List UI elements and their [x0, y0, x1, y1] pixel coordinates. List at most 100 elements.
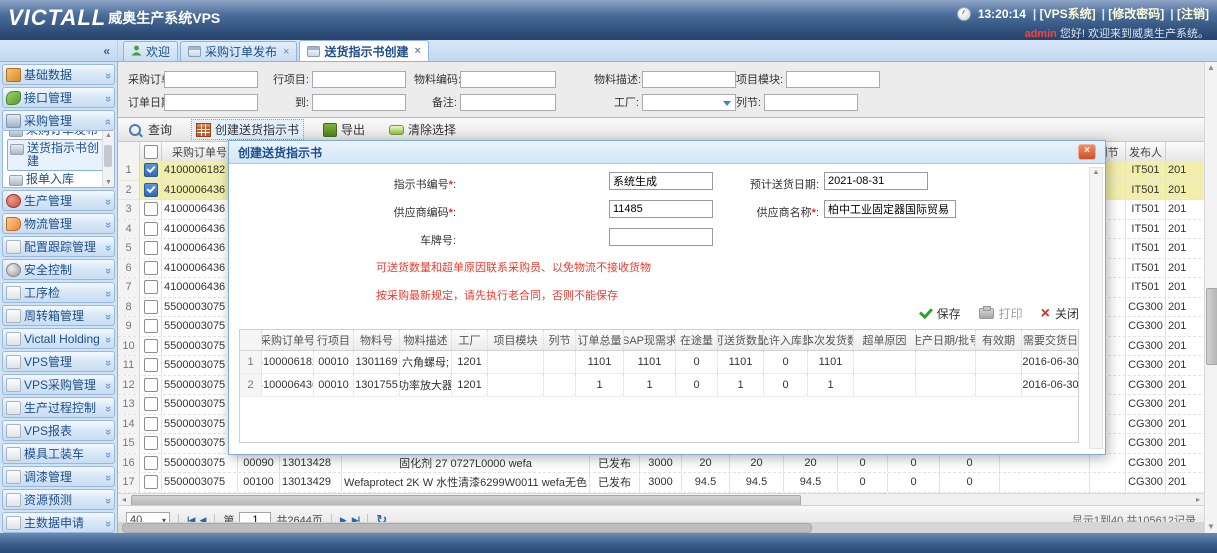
scroll-up-icon[interactable]: ▲	[1205, 62, 1217, 74]
page-number-input[interactable]	[239, 512, 271, 523]
filter-input[interactable]	[642, 71, 736, 88]
header-link[interactable]: [VPS系统]	[1033, 5, 1096, 22]
header-link[interactable]: [修改密码]	[1102, 5, 1165, 22]
first-page-button[interactable]	[187, 515, 194, 523]
sidebar-collapse-button[interactable]: «	[0, 40, 118, 61]
sidebar-group[interactable]: 主数据申请	[2, 512, 115, 533]
toolbar-button[interactable]: 导出	[318, 119, 370, 140]
filter-input[interactable]	[460, 94, 556, 111]
username: admin	[1024, 28, 1056, 40]
sidebar-group-label: VPS报表	[24, 422, 102, 439]
row-checkbox[interactable]	[144, 183, 158, 197]
page-size-select[interactable]: 40	[126, 512, 170, 523]
sidebar-group[interactable]: 工序检	[2, 282, 115, 303]
cell-publisher: CG300	[1126, 454, 1166, 473]
row-checkbox[interactable]	[144, 417, 158, 431]
tab[interactable]: 送货指示书创建	[299, 40, 428, 61]
sidebar-group[interactable]: 接口管理	[2, 87, 115, 108]
sidebar-group[interactable]: 调漆管理	[2, 466, 115, 487]
submenu-scrollbar[interactable]: ▲ ▼	[102, 131, 114, 187]
sidebar-group[interactable]: VPS采购管理	[2, 374, 115, 395]
row-checkbox[interactable]	[144, 456, 158, 470]
row-checkbox[interactable]	[144, 280, 158, 294]
panel-horizontal-scrollbar[interactable]	[118, 522, 1204, 533]
sidebar-group[interactable]: 安全控制	[2, 259, 115, 280]
sidebar-group[interactable]: 基础数据	[2, 64, 115, 85]
next-page-button[interactable]	[340, 515, 347, 523]
last-page-button[interactable]	[352, 515, 359, 523]
tab[interactable]: 欢迎	[123, 41, 178, 61]
tabs: 欢迎 采购订单发布 送货指示书创建	[118, 40, 431, 61]
refresh-button[interactable]	[376, 514, 387, 522]
filter-input[interactable]	[164, 71, 258, 88]
prev-page-button[interactable]	[199, 515, 206, 523]
row-checkbox[interactable]	[144, 202, 158, 216]
dialog-grid-row[interactable]: 1 4100006182 00010 1301169 六角螺母; 1201 11…	[240, 351, 1078, 374]
filter-input[interactable]	[312, 94, 406, 111]
dialog-vertical-scrollbar[interactable]: ▲	[1089, 167, 1103, 449]
toolbar-button[interactable]: 查询	[124, 119, 177, 140]
row-checkbox[interactable]	[144, 436, 158, 450]
sidebar-group[interactable]: 周转箱管理	[2, 305, 115, 326]
grid-horizontal-scrollbar[interactable]: ◂ ▸	[118, 493, 1204, 505]
sidebar-item[interactable]: 送货指示书创建	[7, 139, 107, 171]
dialog-grid-row[interactable]: 2 4100006436 00010 1301755 功率放大器 1201 1 …	[240, 374, 1078, 397]
sidebar-group[interactable]: 模具工装车	[2, 443, 115, 464]
expected-delivery-date-field[interactable]	[824, 172, 928, 190]
sidebar-group[interactable]: VPS管理	[2, 351, 115, 372]
sidebar-group[interactable]: 资源预测	[2, 489, 115, 510]
dialog-close-button[interactable]: ×	[1078, 144, 1096, 160]
filter-input[interactable]	[764, 94, 858, 111]
plate-number-field[interactable]	[609, 228, 713, 246]
sidebar-group[interactable]: Victall Holding	[2, 328, 115, 349]
row-checkbox[interactable]	[144, 300, 158, 314]
select-all-checkbox[interactable]	[144, 145, 158, 159]
sidebar-group[interactable]: 采购管理	[2, 110, 115, 131]
header-publisher[interactable]: 发布人	[1126, 142, 1166, 161]
tab-close-icon[interactable]	[283, 46, 289, 58]
sidebar-item[interactable]: 采购订单发布	[7, 131, 107, 139]
row-checkbox[interactable]	[144, 261, 158, 275]
sidebar-group[interactable]: 生产管理	[2, 190, 115, 211]
row-checkbox[interactable]	[144, 163, 158, 177]
scroll-down-icon[interactable]: ▼	[1205, 521, 1217, 533]
table-row[interactable]: 16 5500003075 00090 13013428 固化剂 27 0727…	[118, 454, 1204, 474]
scroll-up-icon[interactable]: ▲	[103, 131, 114, 140]
scroll-thumb[interactable]	[104, 145, 112, 167]
sidebar-group[interactable]: 生产过程控制	[2, 397, 115, 418]
row-checkbox[interactable]	[144, 319, 158, 333]
toolbar-button[interactable]: 清除选择	[384, 119, 461, 140]
filter-input[interactable]	[642, 94, 736, 111]
sidebar-group[interactable]: 物流管理	[2, 213, 115, 234]
scroll-thumb[interactable]	[122, 523, 812, 533]
row-checkbox[interactable]	[144, 475, 158, 489]
filter-input[interactable]	[786, 71, 880, 88]
toolbar-button[interactable]: 创建送货指示书	[191, 119, 304, 140]
row-checkbox[interactable]	[144, 222, 158, 236]
scroll-thumb[interactable]	[1206, 288, 1217, 365]
row-checkbox[interactable]	[144, 397, 158, 411]
sidebar-group[interactable]: VPS报表	[2, 420, 115, 441]
dialog-button[interactable]: 保存	[920, 305, 961, 322]
dialog-button[interactable]: 关闭	[1041, 305, 1079, 322]
row-checkbox[interactable]	[144, 241, 158, 255]
row-checkbox[interactable]	[144, 339, 158, 353]
filter-input[interactable]	[312, 71, 406, 88]
tab[interactable]: 采购订单发布	[180, 41, 297, 61]
header-order[interactable]: 采购订单号	[162, 142, 238, 161]
tab-close-icon[interactable]	[414, 45, 420, 57]
filter-input[interactable]	[460, 71, 556, 88]
table-row[interactable]: 17 5500003075 00100 13013429 Wefaprotect…	[118, 473, 1204, 493]
dialog-button[interactable]: 打印	[979, 305, 1023, 322]
header-link[interactable]: [注销]	[1170, 5, 1209, 22]
panel-vertical-scrollbar[interactable]: ▲ ▼	[1204, 62, 1217, 533]
scroll-down-icon[interactable]: ▼	[103, 178, 114, 187]
row-checkbox[interactable]	[144, 358, 158, 372]
sidebar-group[interactable]: 配置跟踪管理	[2, 236, 115, 257]
filter-input[interactable]	[164, 94, 258, 111]
row-checkbox[interactable]	[144, 378, 158, 392]
sidebar-item[interactable]: 报单入库	[7, 171, 107, 188]
scroll-up-icon[interactable]: ▲	[1090, 168, 1102, 178]
row-number: 11	[118, 356, 140, 375]
vendor-name-field[interactable]	[824, 200, 956, 218]
